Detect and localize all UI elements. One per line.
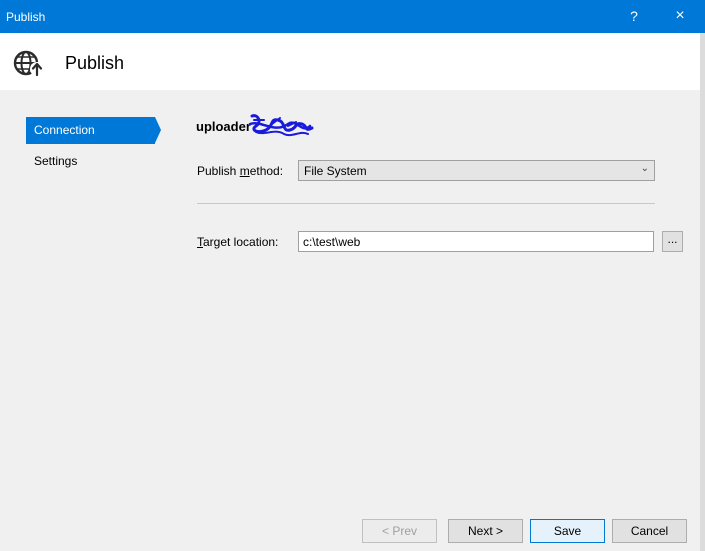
window-border: [700, 33, 705, 551]
help-button[interactable]: ?: [627, 8, 641, 24]
close-button[interactable]: ×: [670, 7, 690, 25]
cancel-button[interactable]: Cancel: [612, 519, 687, 543]
browse-button[interactable]: ...: [662, 231, 683, 252]
redaction-scribble: [248, 114, 314, 137]
globe-publish-icon: [13, 50, 44, 77]
nav-item-label: Settings: [34, 154, 78, 168]
profile-name: uploader: [196, 119, 251, 134]
publish-method-label: Publish method:: [197, 164, 284, 178]
save-button[interactable]: Save: [530, 519, 605, 543]
section-divider: [197, 203, 655, 204]
publish-method-dropdown[interactable]: File System ⌄: [298, 160, 655, 181]
publish-method-value: File System: [304, 164, 367, 178]
next-button[interactable]: Next >: [448, 519, 523, 543]
window-title: Publish: [6, 10, 46, 24]
nav-active-arrow: [155, 117, 161, 143]
title-bar: Publish ? ×: [0, 0, 705, 33]
chevron-down-icon: ⌄: [640, 163, 649, 174]
target-location-label: Target location:: [197, 235, 279, 249]
prev-button[interactable]: < Prev: [362, 519, 437, 543]
nav-item-label: Connection: [34, 123, 95, 137]
dialog-header: Publish: [0, 33, 700, 90]
target-location-input[interactable]: [298, 231, 654, 252]
nav-item-connection[interactable]: Connection: [26, 117, 155, 144]
nav-item-settings[interactable]: Settings: [26, 148, 155, 175]
header-title: Publish: [65, 53, 125, 73]
